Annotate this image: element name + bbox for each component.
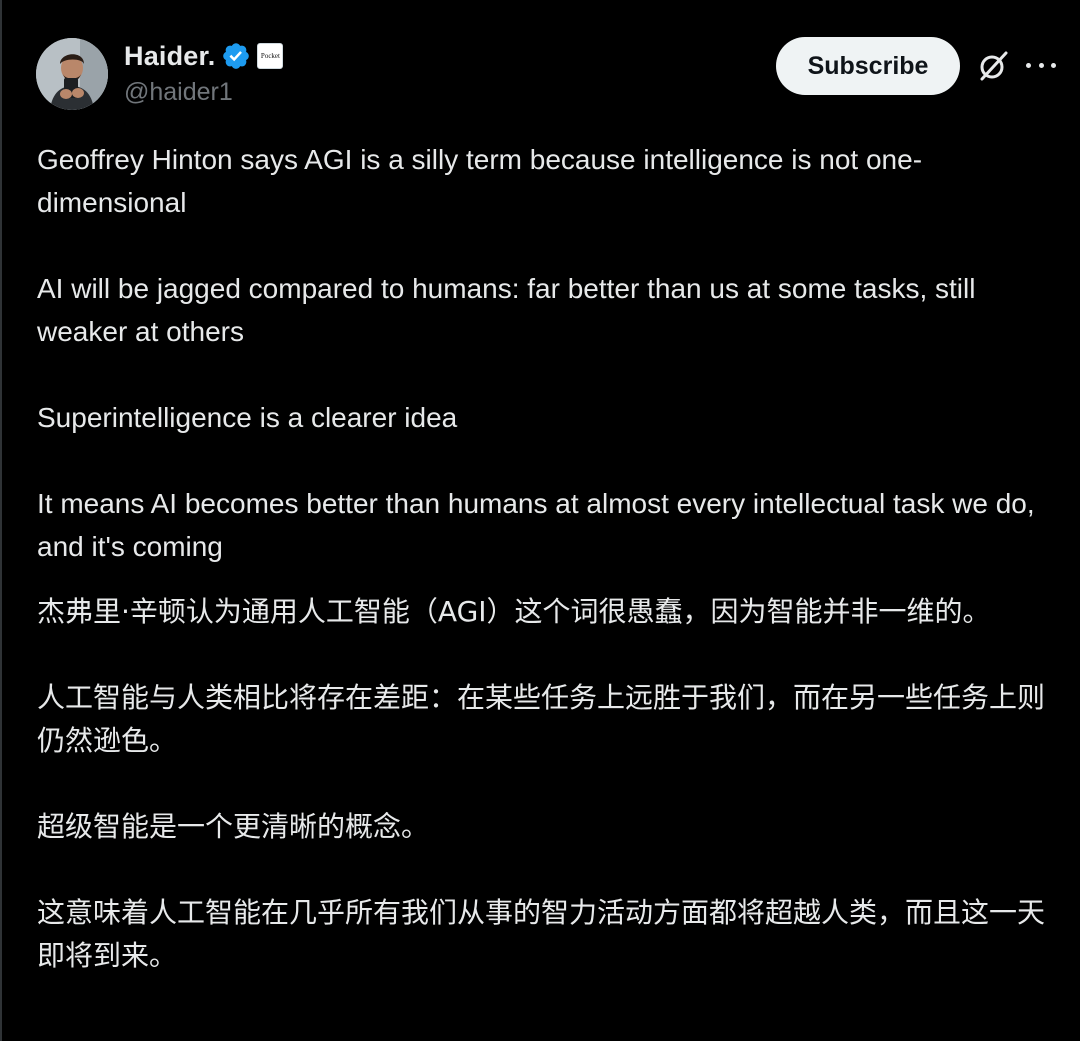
post-body: Geoffrey Hinton says AGI is a silly term… (37, 138, 1057, 977)
more-options-icon[interactable] (1026, 50, 1056, 80)
user-handle[interactable]: @haider1 (124, 78, 283, 107)
post-paragraph-en-3: Superintelligence is a clearer idea (37, 402, 458, 433)
display-name[interactable]: Haider. (124, 41, 215, 72)
grok-icon[interactable] (976, 49, 1010, 83)
post-paragraph-en-1: Geoffrey Hinton says AGI is a silly term… (37, 144, 923, 218)
name-row: Haider. Pocket (124, 40, 284, 72)
post-paragraph-en-2: AI will be jagged compared to humans: fa… (37, 273, 976, 347)
post-paragraph-zh-2: 人工智能与人类相比将存在差距：在某些任务上远胜于我们，而在另一些任务上则仍然逊色… (37, 681, 1046, 757)
affiliation-badge-label: Pocket (260, 52, 280, 60)
post-paragraph-zh-4: 这意味着人工智能在几乎所有我们从事的智力活动方面都将超越人类，而且这一天即将到来… (37, 896, 1046, 972)
avatar-photo (36, 38, 108, 110)
post-paragraph-zh-3: 超级智能是一个更清晰的概念。 (37, 810, 430, 843)
avatar[interactable] (36, 38, 108, 110)
subscribe-button[interactable]: Subscribe (776, 37, 960, 95)
user-info: Haider. Pocket @haider1 (124, 40, 284, 110)
post-paragraph-zh-1: 杰弗里·辛顿认为通用人工智能（AGI）这个词很愚蠢，因为智能并非一维的。 (37, 595, 991, 628)
post-container: Haider. Pocket @haider1 Subscribe Geoffr… (0, 0, 1080, 1041)
verified-badge-icon[interactable] (221, 41, 251, 71)
affiliation-badge-icon[interactable]: Pocket (257, 43, 284, 69)
post-header: Haider. Pocket @haider1 Subscribe (36, 36, 1056, 110)
post-paragraph-en-4: It means AI becomes better than humans a… (37, 488, 1035, 562)
